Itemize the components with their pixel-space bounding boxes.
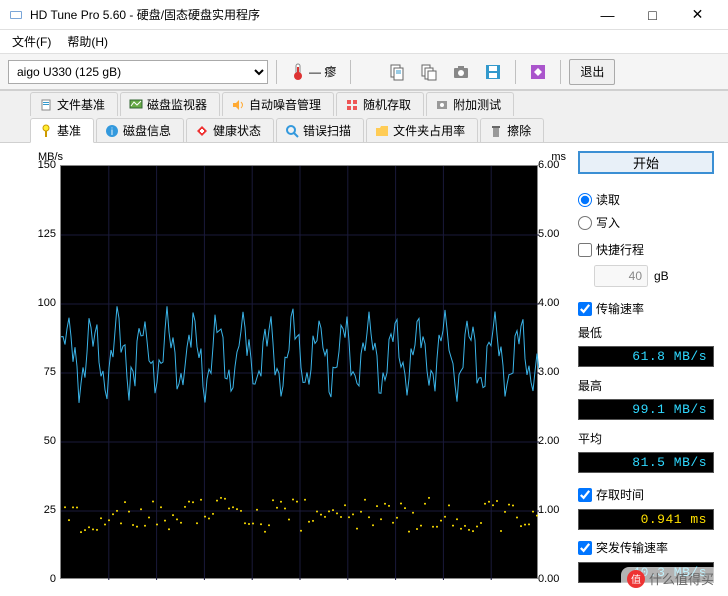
tab-erase[interactable]: 擦除 bbox=[480, 118, 544, 142]
save-button[interactable] bbox=[479, 59, 507, 85]
ytick-left: 0 bbox=[30, 573, 56, 585]
tab-extra[interactable]: 附加测试 bbox=[426, 92, 514, 116]
tab-info[interactable]: i磁盘信息 bbox=[96, 118, 184, 142]
min-label: 最低 bbox=[578, 324, 714, 341]
aam-icon bbox=[231, 98, 245, 112]
ytick-right: 1.00 bbox=[538, 504, 564, 516]
health-icon bbox=[195, 124, 209, 138]
avg-label: 平均 bbox=[578, 430, 714, 447]
tab-bench[interactable]: 基准 bbox=[30, 118, 94, 143]
info-icon: i bbox=[105, 124, 119, 138]
benchmark-chart: MB/s ms 1501251007550250 6.005.004.003.0… bbox=[18, 151, 566, 581]
app-icon bbox=[8, 7, 24, 23]
short-stroke-input[interactable] bbox=[594, 265, 648, 287]
tab-aam[interactable]: 自动噪音管理 bbox=[222, 92, 334, 116]
burst-checkbox[interactable]: 突发传输速率 bbox=[578, 538, 714, 557]
access-checkbox[interactable]: 存取时间 bbox=[578, 485, 714, 504]
separator bbox=[515, 60, 516, 84]
options-button[interactable] bbox=[524, 59, 552, 85]
scan-icon bbox=[285, 124, 299, 138]
minimize-button[interactable]: — bbox=[585, 1, 630, 29]
transfer-checkbox[interactable]: 传输速率 bbox=[578, 299, 714, 318]
read-radio[interactable]: 读取 bbox=[578, 190, 714, 209]
tab-random[interactable]: 随机存取 bbox=[336, 92, 424, 116]
tab-folder[interactable]: 文件夹占用率 bbox=[366, 118, 478, 142]
separator bbox=[276, 60, 277, 84]
svg-text:i: i bbox=[111, 127, 113, 138]
ytick-left: 100 bbox=[30, 297, 56, 309]
ytick-right: 0.00 bbox=[538, 573, 564, 585]
write-radio[interactable]: 写入 bbox=[578, 213, 714, 232]
ytick-left: 125 bbox=[30, 228, 56, 240]
ytick-right: 4.00 bbox=[538, 297, 564, 309]
max-value: 99.1 MB/s bbox=[578, 399, 714, 420]
screenshot-button[interactable] bbox=[447, 59, 475, 85]
maximize-button[interactable]: □ bbox=[630, 1, 675, 29]
avg-value: 81.5 MB/s bbox=[578, 452, 714, 473]
ytick-left: 150 bbox=[30, 159, 56, 171]
ytick-right: 6.00 bbox=[538, 159, 564, 171]
ytick-right: 5.00 bbox=[538, 228, 564, 240]
ytick-left: 50 bbox=[30, 435, 56, 447]
copy-text-button[interactable] bbox=[383, 59, 411, 85]
min-value: 61.8 MB/s bbox=[578, 346, 714, 367]
exit-button[interactable]: 退出 bbox=[569, 59, 615, 85]
temperature-display: — 瘳 bbox=[285, 63, 342, 81]
short-stroke-checkbox[interactable]: 快捷行程 bbox=[578, 240, 714, 259]
bench-icon bbox=[39, 124, 53, 138]
start-button[interactable]: 开始 bbox=[578, 151, 714, 174]
max-label: 最高 bbox=[578, 377, 714, 394]
close-button[interactable]: ✕ bbox=[675, 1, 720, 29]
tab-file[interactable]: 文件基准 bbox=[30, 92, 118, 116]
erase-icon bbox=[489, 124, 503, 138]
drive-select[interactable]: aigo U330 (125 gB) bbox=[8, 60, 268, 84]
ytick-right: 2.00 bbox=[538, 435, 564, 447]
tab-monitor[interactable]: 磁盘监视器 bbox=[120, 92, 220, 116]
folder-icon bbox=[375, 124, 389, 138]
ytick-right: 3.00 bbox=[538, 366, 564, 378]
short-stroke-unit: gB bbox=[654, 269, 669, 283]
access-value: 0.941 ms bbox=[578, 509, 714, 530]
separator bbox=[560, 60, 561, 84]
tab-scan[interactable]: 错误扫描 bbox=[276, 118, 364, 142]
menu-file[interactable]: 文件(F) bbox=[4, 31, 59, 52]
ytick-left: 25 bbox=[30, 504, 56, 516]
watermark: 值什么值得买 bbox=[621, 567, 720, 590]
random-icon bbox=[345, 98, 359, 112]
tab-health[interactable]: 健康状态 bbox=[186, 118, 274, 142]
ytick-left: 75 bbox=[30, 366, 56, 378]
monitor-icon bbox=[129, 98, 143, 112]
menu-help[interactable]: 帮助(H) bbox=[59, 31, 116, 52]
copy-all-button[interactable] bbox=[415, 59, 443, 85]
window-title: HD Tune Pro 5.60 - 硬盘/固态硬盘实用程序 bbox=[30, 6, 585, 23]
file-icon bbox=[39, 98, 53, 112]
extra-icon bbox=[435, 98, 449, 112]
separator bbox=[350, 60, 351, 84]
